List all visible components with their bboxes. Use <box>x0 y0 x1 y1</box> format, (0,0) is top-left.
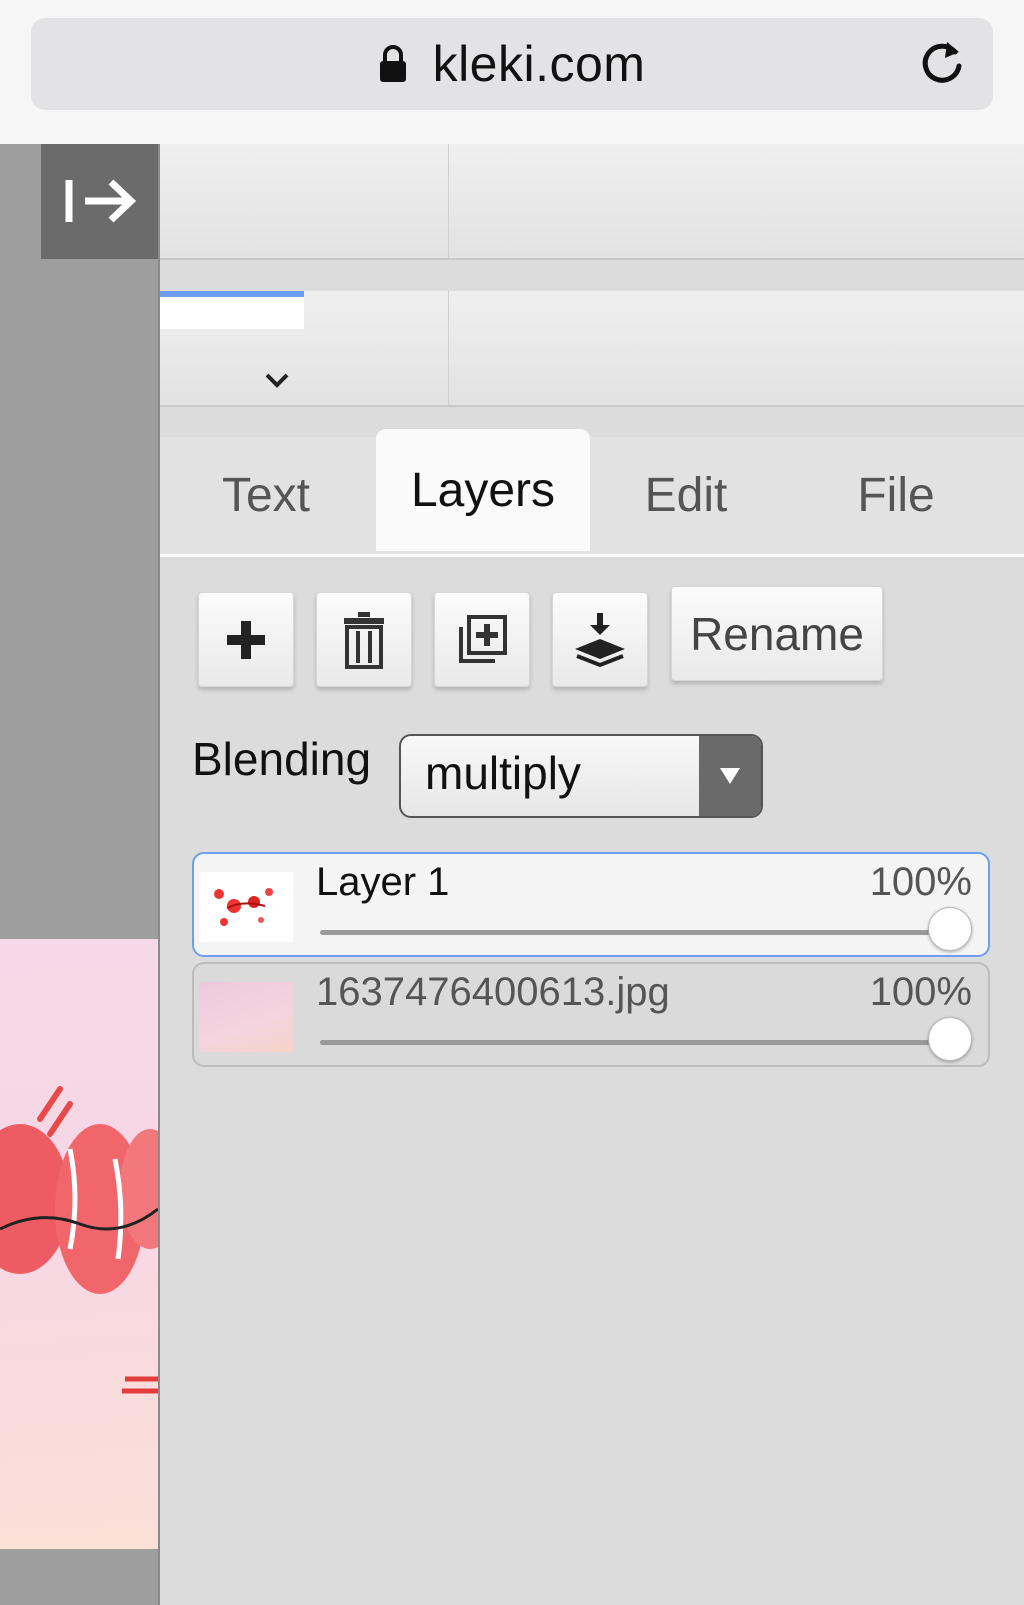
collapse-arrow-icon <box>65 179 137 223</box>
layer-opacity: 100% <box>869 970 972 1014</box>
address-bar[interactable]: kleki.com <box>31 18 993 110</box>
layer-name: Layer 1 <box>316 860 450 904</box>
layer-thumbnail <box>199 872 293 942</box>
side-panel: Text Layers Edit File Rename Blending mu… <box>160 144 1024 1605</box>
url-text: kleki.com <box>432 36 646 92</box>
layer-item-layer-1[interactable]: Layer 1 100% <box>192 852 990 957</box>
tab-layers[interactable]: Layers <box>376 429 590 551</box>
rename-layer-button[interactable]: Rename <box>671 586 883 681</box>
layer-opacity: 100% <box>869 860 972 904</box>
layer-thumbnail <box>199 982 293 1052</box>
divider <box>448 144 449 258</box>
canvas-drawing[interactable] <box>0 939 158 1549</box>
lock-icon <box>379 45 407 83</box>
merge-down-button[interactable] <box>552 592 648 687</box>
add-layer-icon <box>227 620 265 659</box>
tab-file[interactable]: File <box>810 437 982 554</box>
collapse-panel-button[interactable] <box>41 144 158 259</box>
opacity-slider[interactable] <box>320 1040 948 1045</box>
delete-layer-icon <box>344 611 384 669</box>
blending-value: multiply <box>425 747 581 799</box>
tool-row-settings[interactable] <box>160 291 1024 407</box>
blending-label: Blending <box>192 733 372 785</box>
delete-layer-button[interactable] <box>316 592 412 687</box>
duplicate-layer-icon <box>459 614 507 663</box>
chevron-down-icon[interactable] <box>263 371 291 396</box>
tab-bar: Text Layers Edit File <box>160 429 1024 557</box>
opacity-slider-handle[interactable] <box>928 1017 972 1061</box>
browser-bar: kleki.com <box>0 0 1024 145</box>
canvas-area[interactable] <box>0 144 160 1605</box>
duplicate-layer-button[interactable] <box>434 592 530 687</box>
tab-text[interactable]: Text <box>180 437 352 554</box>
blending-select[interactable]: multiply <box>399 734 763 818</box>
merge-down-icon <box>575 612 625 667</box>
dropdown-arrow-icon[interactable] <box>699 736 761 816</box>
add-layer-button[interactable] <box>198 592 294 687</box>
layer-name: 1637476400613.jpg <box>316 970 670 1014</box>
opacity-slider[interactable] <box>320 930 948 935</box>
tool-row-top[interactable] <box>160 144 1024 260</box>
color-swatch[interactable] <box>160 291 304 329</box>
tab-edit[interactable]: Edit <box>600 437 772 554</box>
divider <box>448 291 449 405</box>
layer-item-background-image[interactable]: 1637476400613.jpg 100% <box>192 962 990 1067</box>
drawing-artwork <box>0 1086 158 1394</box>
reload-icon[interactable] <box>915 36 969 90</box>
opacity-slider-handle[interactable] <box>928 907 972 951</box>
